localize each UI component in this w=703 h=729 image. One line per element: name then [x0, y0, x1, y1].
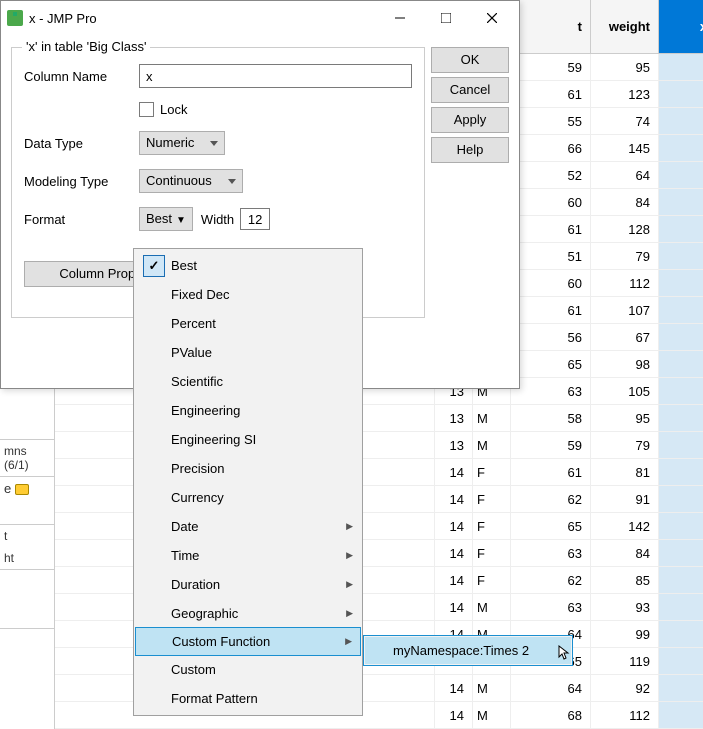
label-modeling-type: Modeling Type [24, 174, 139, 189]
format-menu-item[interactable]: Format Pattern [135, 684, 361, 713]
folder-row: e [0, 477, 54, 525]
modeling-type-combo[interactable]: Continuous [139, 169, 243, 193]
ok-button[interactable]: OK [431, 47, 509, 73]
label-format: Format [24, 212, 139, 227]
lock-checkbox[interactable] [139, 102, 154, 117]
titlebar: x - JMP Pro [1, 1, 519, 35]
panel-item-1[interactable]: t [0, 525, 54, 547]
format-menu-item[interactable]: Custom Function [135, 627, 361, 656]
col-header-weight[interactable]: weight [591, 0, 659, 53]
format-menu-item[interactable]: Fixed Dec [135, 280, 361, 309]
column-name-input[interactable] [139, 64, 412, 88]
format-dropdown-menu[interactable]: BestFixed DecPercentPValueScientificEngi… [133, 248, 363, 716]
app-icon [7, 10, 23, 26]
columns-panel-header: mns (6/1) [0, 440, 54, 477]
label-column-name: Column Name [24, 69, 139, 84]
format-menu-item[interactable]: Duration [135, 570, 361, 599]
minimize-button[interactable] [377, 3, 423, 33]
format-menu-item[interactable]: Scientific [135, 367, 361, 396]
format-menu-item[interactable]: Precision [135, 454, 361, 483]
fieldset-legend: 'x' in table 'Big Class' [22, 39, 150, 54]
label-lock: Lock [160, 102, 187, 117]
label-data-type: Data Type [24, 136, 139, 151]
apply-button[interactable]: Apply [431, 107, 509, 133]
folder-icon [15, 484, 29, 495]
label-width: Width [201, 212, 234, 227]
panel-item-2[interactable]: ht [0, 547, 54, 569]
format-menu-item[interactable]: Engineering SI [135, 425, 361, 454]
custom-function-submenu[interactable]: myNamespace:Times 2 [363, 635, 573, 666]
format-menu-item[interactable]: Percent [135, 309, 361, 338]
format-menu-item[interactable]: Time [135, 541, 361, 570]
maximize-button[interactable] [423, 3, 469, 33]
format-menu-item[interactable]: Best [135, 251, 361, 280]
format-button[interactable]: Best▼ [139, 207, 193, 231]
format-menu-item[interactable]: Currency [135, 483, 361, 512]
cancel-button[interactable]: Cancel [431, 77, 509, 103]
width-input[interactable] [240, 208, 270, 230]
col-header-height[interactable]: t [553, 0, 591, 53]
data-type-combo[interactable]: Numeric [139, 131, 225, 155]
help-button[interactable]: Help [431, 137, 509, 163]
window-title: x - JMP Pro [29, 11, 377, 26]
format-menu-item[interactable]: Geographic [135, 599, 361, 628]
col-header-x[interactable]: x [659, 0, 703, 53]
format-menu-item[interactable]: Date [135, 512, 361, 541]
format-menu-item[interactable]: PValue [135, 338, 361, 367]
format-menu-item[interactable]: Engineering [135, 396, 361, 425]
close-button[interactable] [469, 3, 515, 33]
submenu-item-times2[interactable]: myNamespace:Times 2 [365, 637, 571, 664]
format-menu-item[interactable]: Custom [135, 655, 361, 684]
